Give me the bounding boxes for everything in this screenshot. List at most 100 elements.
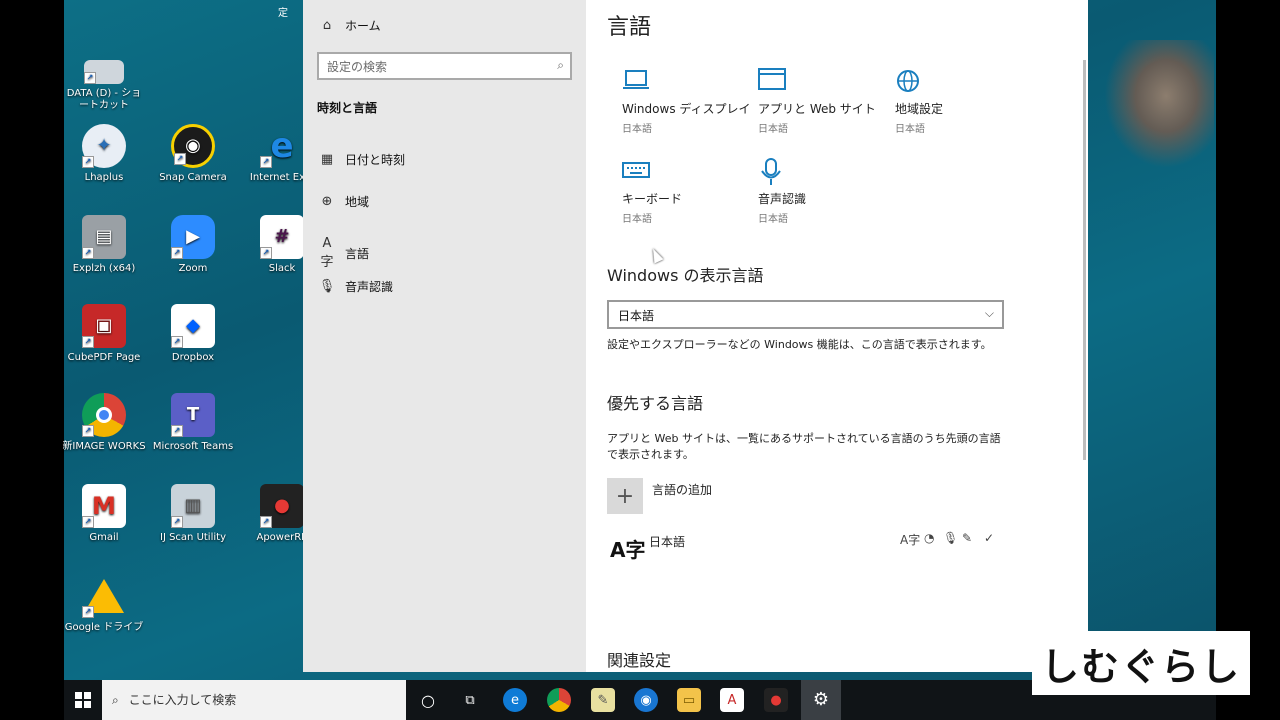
file-explorer-icon[interactable]: ▭ — [677, 688, 701, 712]
nav-item-speech[interactable]: 🎙 音声認識 — [317, 278, 393, 295]
tile-label: 地域設定 — [895, 102, 944, 116]
language-entry-japanese[interactable]: 日本語 — [649, 533, 685, 550]
apower-rec-icon: ● ↗ — [260, 484, 304, 528]
outlook-icon[interactable]: ◉ — [634, 688, 658, 712]
display-language-select[interactable]: 日本語 ⌵ — [607, 300, 1004, 329]
microphone-icon — [758, 158, 888, 188]
desktop-icon-zoom[interactable]: ▶ ↗ Zoom — [151, 215, 235, 275]
related-settings-heading: 関連設定 — [607, 651, 672, 670]
letterbox-left — [0, 0, 64, 720]
tile-apps-websites[interactable]: アプリと Web サイト 日本語 — [758, 68, 888, 135]
globe-icon: ⊕ — [321, 194, 333, 209]
desktop-icon-label: Lhaplus — [84, 172, 124, 183]
desktop-icon-gmail[interactable]: M ↗ Gmail — [62, 484, 146, 544]
nav-item-label: 言語 — [345, 246, 370, 261]
gear-icon: ⚙ — [812, 689, 830, 710]
tile-label: アプリと Web サイト — [758, 102, 876, 116]
settings-taskbar-active[interactable]: ⚙ — [801, 680, 841, 720]
nav-item-date-time[interactable]: ▦ 日付と時刻 — [317, 151, 405, 168]
language-glyph-icon: A字 — [610, 538, 646, 562]
desktop-icon-label: CubePDF Page — [67, 352, 141, 363]
explzh-icon: ▤ ↗ — [82, 215, 126, 259]
cortana-icon[interactable]: ○ — [416, 688, 440, 712]
nav-home[interactable]: ⌂ ホーム — [317, 17, 381, 34]
internet-explorer-icon: e ↗ — [260, 124, 304, 168]
add-language-button[interactable]: + — [607, 478, 643, 514]
nav-section-title: 時刻と言語 — [317, 101, 378, 115]
preferred-language-description: アプリと Web サイトは、一覧にあるサポートされている言語のうち先頭の言語で表… — [607, 432, 1001, 461]
desktop-icon-dropbox[interactable]: ◆ ↗ Dropbox — [151, 304, 235, 364]
settings-nav-pane: ⌂ ホーム 設定の検索 ⌕ 時刻と言語 ▦ 日付と時刻 ⊕ 地域 A字 言語 🎙… — [303, 0, 586, 672]
keyboard-icon — [622, 158, 752, 188]
spellcheck-feature-icon: ✓ — [984, 531, 995, 545]
nav-item-language[interactable]: A字 言語 — [317, 236, 369, 270]
gmail-icon: M ↗ — [82, 484, 126, 528]
sticky-notes-icon[interactable]: ✎ — [591, 688, 615, 712]
tile-sub: 日本語 — [622, 214, 652, 225]
desktop-icon-image-works[interactable]: ↗ 新IMAGE WORKS — [62, 393, 146, 453]
recorder-icon[interactable]: ● — [764, 688, 788, 712]
tile-sub: 日本語 — [758, 214, 788, 225]
add-language-label[interactable]: 言語の追加 — [652, 481, 712, 498]
home-icon: ⌂ — [322, 18, 332, 33]
desktop-icon-data-drive[interactable]: ↗ DATA (D) - ショートカット — [62, 52, 146, 112]
nav-item-label: 地域 — [345, 195, 370, 209]
edge-icon[interactable]: e — [503, 688, 527, 712]
desktop-icon-label: Gmail — [89, 532, 119, 543]
speech-feature-icon: ◔ — [924, 531, 935, 545]
slack-icon: # ↗ — [260, 215, 304, 259]
chrome-icon[interactable] — [547, 688, 571, 712]
taskbar-search-placeholder: ここに入力して検索 — [128, 693, 237, 707]
chevron-down-icon: ⌵ — [984, 306, 994, 320]
globe-icon — [895, 68, 1025, 98]
settings-scrollbar[interactable] — [1083, 60, 1086, 460]
snap-camera-icon: ◉ ↗ — [171, 124, 215, 168]
nav-home-label: ホーム — [345, 19, 381, 33]
letterbox-right — [1216, 0, 1280, 720]
channel-watermark: しむぐらし — [1032, 631, 1250, 695]
desktop-icon-label: DATA (D) - ショートカット — [66, 88, 142, 111]
dropbox-icon: ◆ ↗ — [171, 304, 215, 348]
plus-icon: + — [615, 483, 635, 509]
tile-keyboard[interactable]: キーボード 日本語 — [622, 158, 752, 225]
windows-logo-icon — [75, 692, 91, 708]
tile-windows-display[interactable]: Windows ディスプレイ 日本語 — [622, 68, 752, 135]
scanner-icon: ▥ ↗ — [171, 484, 215, 528]
nav-item-region[interactable]: ⊕ 地域 — [317, 193, 369, 210]
calendar-clock-icon: ▦ — [320, 152, 334, 167]
desktop-icon-cubepdf[interactable]: ▣ ↗ CubePDF Page — [62, 304, 146, 364]
acrobat-icon[interactable]: A — [720, 688, 744, 712]
tile-sub: 日本語 — [758, 124, 788, 135]
desktop-icon-label: Microsoft Teams — [152, 441, 234, 452]
desktop-icon-explzh[interactable]: ▤ ↗ Explzh (x64) — [62, 215, 146, 275]
taskbar-search-input[interactable]: ⌕ ここに入力して検索 — [102, 680, 406, 720]
tile-sub: 日本語 — [622, 124, 652, 135]
tile-label: キーボード — [622, 192, 683, 206]
desktop-icon-lhaplus[interactable]: ✦ ↗ Lhaplus — [62, 124, 146, 184]
microphone-icon: 🎙 — [318, 279, 336, 294]
teams-icon: T ↗ — [171, 393, 215, 437]
desktop-top-fragment: 定 — [278, 8, 288, 19]
tile-speech[interactable]: 音声認識 日本語 — [758, 158, 888, 225]
tile-region-settings[interactable]: 地域設定 日本語 — [895, 68, 1025, 135]
task-view-icon[interactable]: ⧉ — [458, 688, 482, 712]
tile-sub: 日本語 — [895, 124, 925, 135]
window-icon — [758, 68, 888, 98]
desktop-icon-label: 新IMAGE WORKS — [62, 441, 146, 452]
display-language-heading: Windows の表示言語 — [607, 266, 764, 285]
search-icon: ⌕ — [112, 693, 119, 707]
lhaplus-icon: ✦ ↗ — [82, 124, 126, 168]
drive-icon: ↗ — [84, 60, 124, 84]
handwriting-feature-icon: ✎ — [962, 531, 973, 545]
microphone-feature-icon: 🎙 — [943, 531, 959, 545]
cubepdf-icon: ▣ ↗ — [82, 304, 126, 348]
desktop-icon-label: Snap Camera — [159, 172, 227, 183]
desktop-icon-google-drive[interactable]: ↗ Google ドライブ — [62, 574, 146, 634]
settings-search-input[interactable]: 設定の検索 ⌕ — [317, 52, 572, 80]
desktop-icon-teams[interactable]: T ↗ Microsoft Teams — [151, 393, 235, 453]
desktop-icon-ij-scan[interactable]: ▥ ↗ IJ Scan Utility — [151, 484, 235, 544]
preferred-language-heading: 優先する言語 — [607, 394, 704, 413]
start-button[interactable] — [64, 680, 102, 720]
desktop-icon-snap-camera[interactable]: ◉ ↗ Snap Camera — [151, 124, 235, 184]
wallpaper-swimmer — [1094, 40, 1214, 180]
